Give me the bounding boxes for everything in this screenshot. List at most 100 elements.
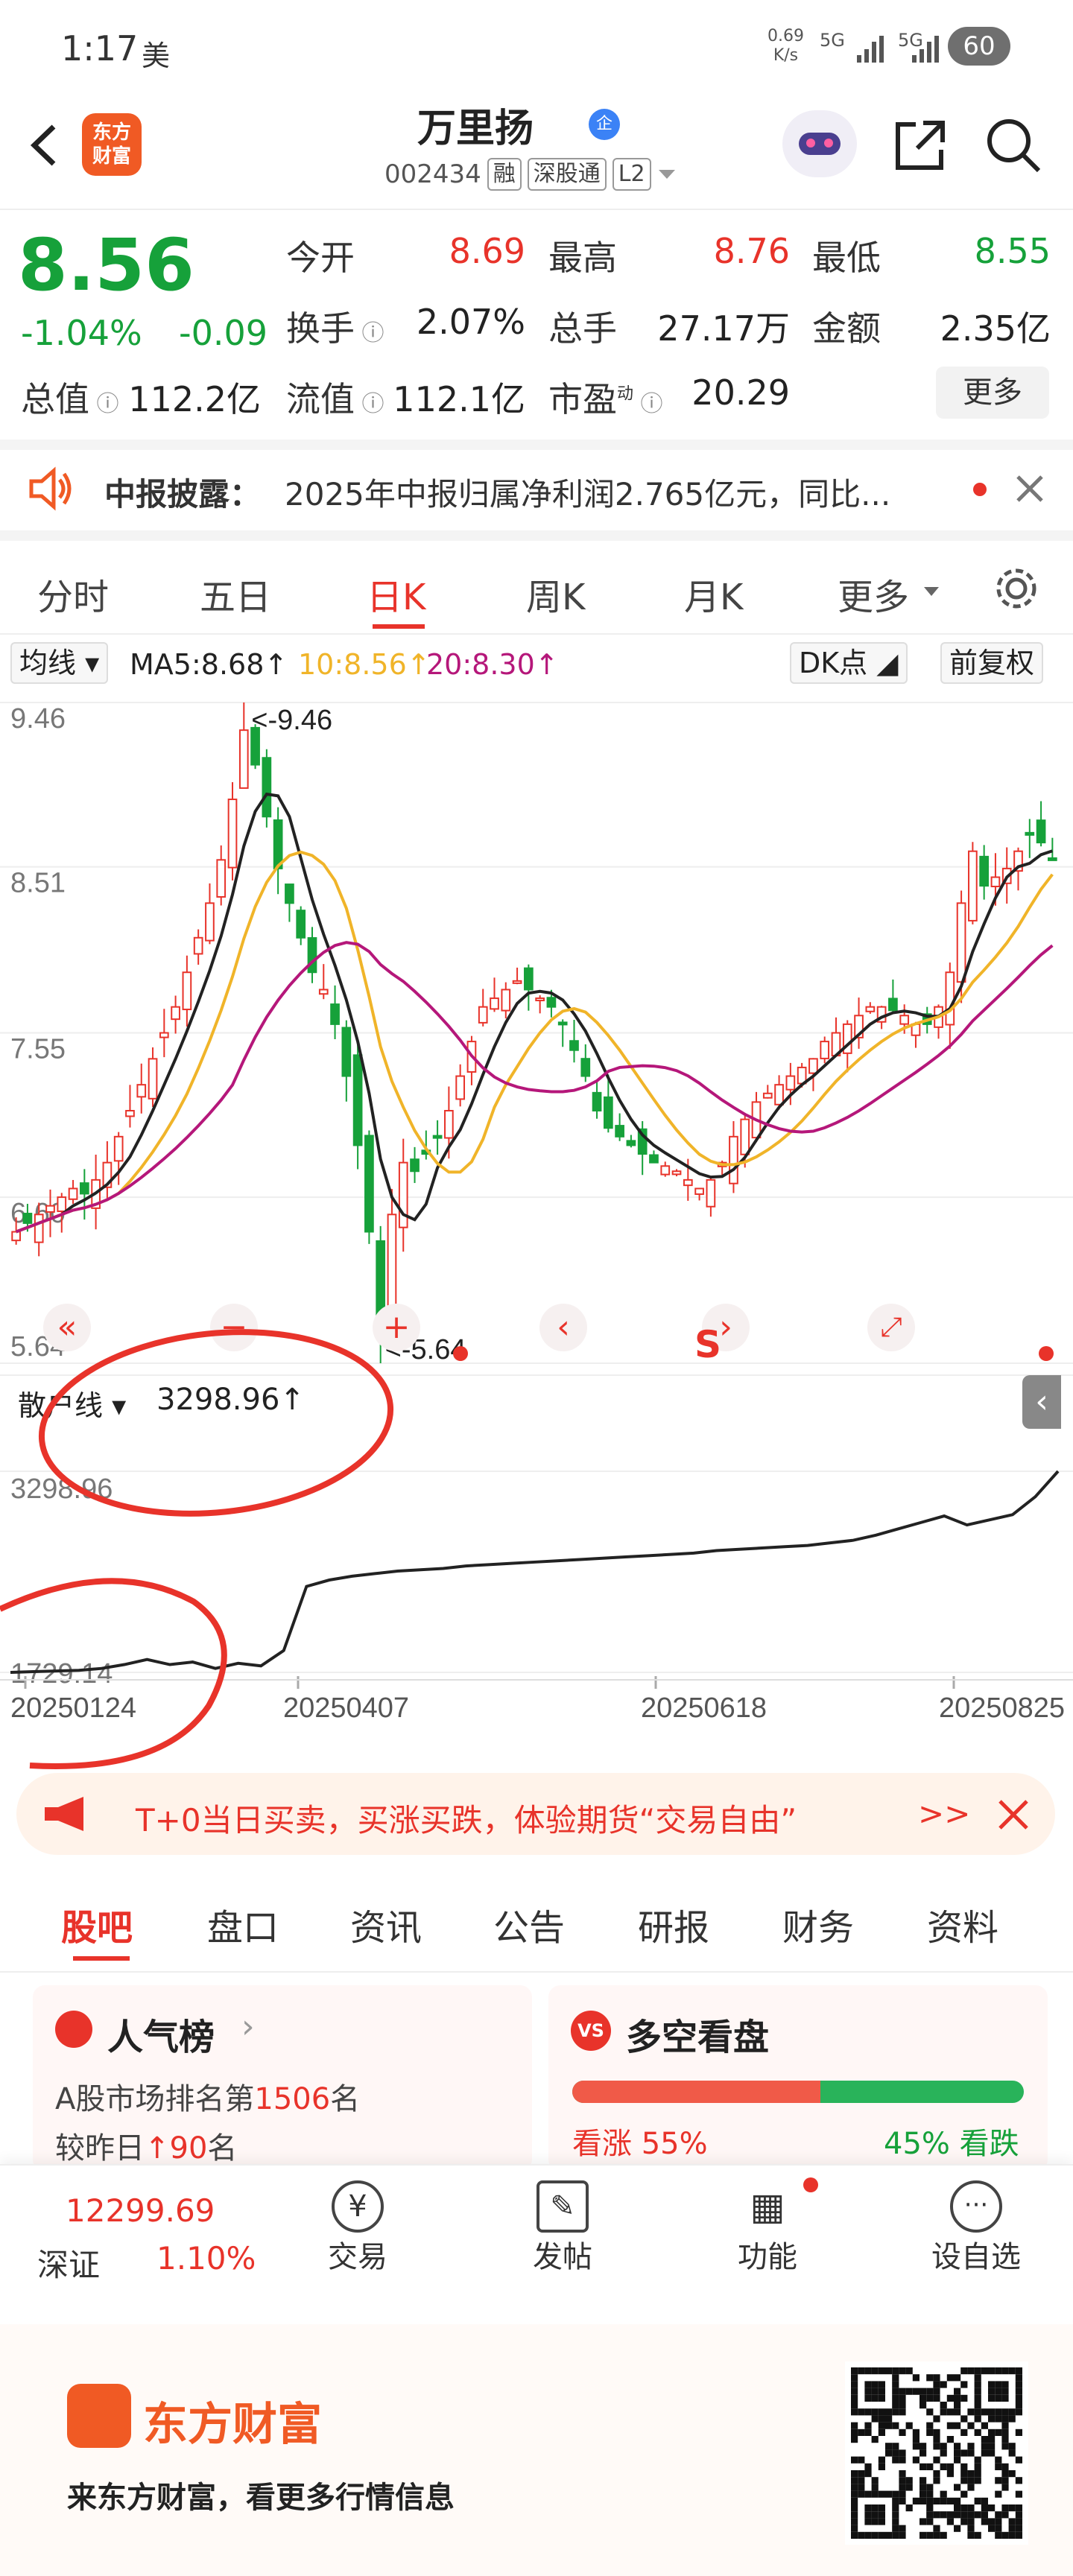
index-name[interactable]: 深证 xyxy=(37,2240,100,2285)
share-icon[interactable] xyxy=(890,115,950,175)
qr-module xyxy=(892,2456,899,2464)
scroll-left-icon[interactable]: ‹ xyxy=(539,1304,587,1351)
qr-module xyxy=(1008,2531,1016,2539)
candlestick-chart[interactable]: 9.468.517.556.605.64<-9.46<-5.64 xyxy=(0,689,1073,1374)
y-tick-label: 9.46 xyxy=(10,703,66,735)
qr-module xyxy=(974,2381,981,2388)
adjust-button[interactable]: 前复权 xyxy=(940,642,1044,684)
popularity-card[interactable]: 人气榜 › A股市场排名第1506名 较昨日↑90名 xyxy=(33,1985,532,2171)
qr-module xyxy=(905,2388,913,2395)
tab-daily-k[interactable]: 日K xyxy=(367,568,425,620)
app-logo: 东方 财富 xyxy=(82,113,142,176)
qr-module xyxy=(1008,2470,1016,2478)
candle-body xyxy=(956,902,966,983)
promo-text: T+0当日买卖，买涨买跌，体验期货“交易自由” xyxy=(136,1802,797,1839)
tab-announcements[interactable]: 公告 xyxy=(493,1898,565,1950)
tab-research[interactable]: 研报 xyxy=(638,1898,709,1950)
fullscreen-icon[interactable]: ⤢ xyxy=(867,1304,915,1351)
qr-module xyxy=(878,2490,885,2498)
index-percent[interactable]: 1.10% xyxy=(156,2240,256,2277)
tab-news[interactable]: 资讯 xyxy=(350,1898,422,1950)
qr-module xyxy=(974,2402,981,2409)
qr-module xyxy=(926,2531,934,2539)
qr-module xyxy=(878,2422,885,2429)
index-value[interactable]: 12299.69 xyxy=(66,2192,215,2229)
search-icon[interactable] xyxy=(984,115,1043,175)
qr-module xyxy=(905,2367,913,2375)
trade-button[interactable]: ¥ 交易 xyxy=(313,2180,402,2276)
settings-gear-icon[interactable] xyxy=(993,565,1040,612)
qr-module xyxy=(933,2531,940,2539)
chevron-down-icon[interactable] xyxy=(922,586,940,597)
qr-module xyxy=(960,2504,968,2512)
rank-change-line: 较昨日↑90名 xyxy=(55,2131,238,2166)
qr-module xyxy=(912,2497,920,2504)
qr-module xyxy=(926,2504,934,2512)
promo-banner[interactable]: T+0当日买卖，买涨买跌，体验期货“交易自由” >> xyxy=(16,1773,1055,1855)
qr-module xyxy=(926,2408,934,2416)
notice-bar[interactable]: 中报披露： 2025年中报归属净利润2.765亿元，同比... xyxy=(0,447,1073,529)
candle-body xyxy=(330,1003,340,1025)
qr-module xyxy=(988,2443,996,2450)
qr-module xyxy=(954,2402,961,2409)
back-arrow-icon[interactable] xyxy=(21,119,66,171)
qr-module xyxy=(920,2490,927,2498)
qr-module xyxy=(851,2470,858,2478)
close-icon[interactable] xyxy=(997,1798,1030,1831)
close-icon[interactable] xyxy=(1015,474,1045,504)
candle-body xyxy=(808,1058,818,1074)
qr-module xyxy=(933,2477,940,2484)
tab-five-day[interactable]: 五日 xyxy=(200,568,271,620)
tab-financials[interactable]: 财务 xyxy=(782,1898,854,1950)
qr-module xyxy=(912,2456,920,2464)
tab-profile[interactable]: 资料 xyxy=(927,1898,998,1950)
candle-body xyxy=(512,980,522,984)
qr-module xyxy=(1008,2449,1016,2457)
candle-body xyxy=(888,997,898,1012)
qr-module xyxy=(1015,2374,1022,2382)
qr-module xyxy=(940,2497,947,2504)
candle-body xyxy=(273,819,283,869)
qr-module xyxy=(940,2449,947,2457)
tab-orderbook[interactable]: 盘口 xyxy=(207,1898,279,1950)
qr-module xyxy=(851,2531,858,2539)
qr-module xyxy=(851,2402,858,2409)
qr-module xyxy=(912,2436,920,2443)
qr-module xyxy=(1015,2504,1022,2512)
qr-module xyxy=(864,2463,872,2470)
qr-module xyxy=(954,2484,961,2491)
tab-monthly-k[interactable]: 月K xyxy=(684,568,743,620)
tag-level2[interactable]: L2 xyxy=(612,158,651,191)
post-button[interactable]: ✎ 发帖 xyxy=(518,2180,607,2276)
qr-module xyxy=(1008,2443,1016,2450)
indicator-select[interactable]: 均线 ▾ xyxy=(10,642,109,684)
qr-module xyxy=(981,2422,988,2429)
qr-module xyxy=(974,2394,981,2402)
sub-tab-indicator xyxy=(73,1956,130,1961)
qr-module xyxy=(899,2429,906,2436)
tab-more[interactable]: 更多 xyxy=(838,568,909,620)
candle-body xyxy=(580,1058,591,1077)
tab-intraday[interactable]: 分时 xyxy=(37,568,109,620)
candle-body xyxy=(307,937,317,974)
qr-module xyxy=(967,2449,975,2457)
chevron-down-icon[interactable] xyxy=(657,167,677,182)
qr-module xyxy=(954,2422,961,2429)
tab-forum[interactable]: 股吧 xyxy=(61,1898,133,1950)
qr-module xyxy=(960,2511,968,2519)
more-quote-button[interactable]: 更多 xyxy=(936,367,1049,419)
collapse-panel-icon[interactable]: ‹ xyxy=(1022,1375,1061,1429)
functions-button[interactable]: ▦ 功能 xyxy=(723,2180,812,2276)
add-watchlist-button[interactable]: ··· 设自选 xyxy=(924,2180,1028,2276)
qr-module xyxy=(912,2429,920,2436)
dk-point-button[interactable]: DK点 ◢ xyxy=(790,642,908,684)
qr-module xyxy=(864,2511,872,2519)
bull-bear-card[interactable]: VS 多空看盘 看涨 55% 45% 看跌 xyxy=(548,1985,1048,2171)
qr-module xyxy=(974,2415,981,2423)
status-label: 美 xyxy=(142,39,171,72)
tab-weekly-k[interactable]: 周K xyxy=(526,568,585,620)
qr-module xyxy=(926,2388,934,2395)
ai-assistant-icon[interactable] xyxy=(782,110,857,177)
qr-module xyxy=(933,2381,940,2388)
change-amount: -0.09 xyxy=(179,313,268,353)
